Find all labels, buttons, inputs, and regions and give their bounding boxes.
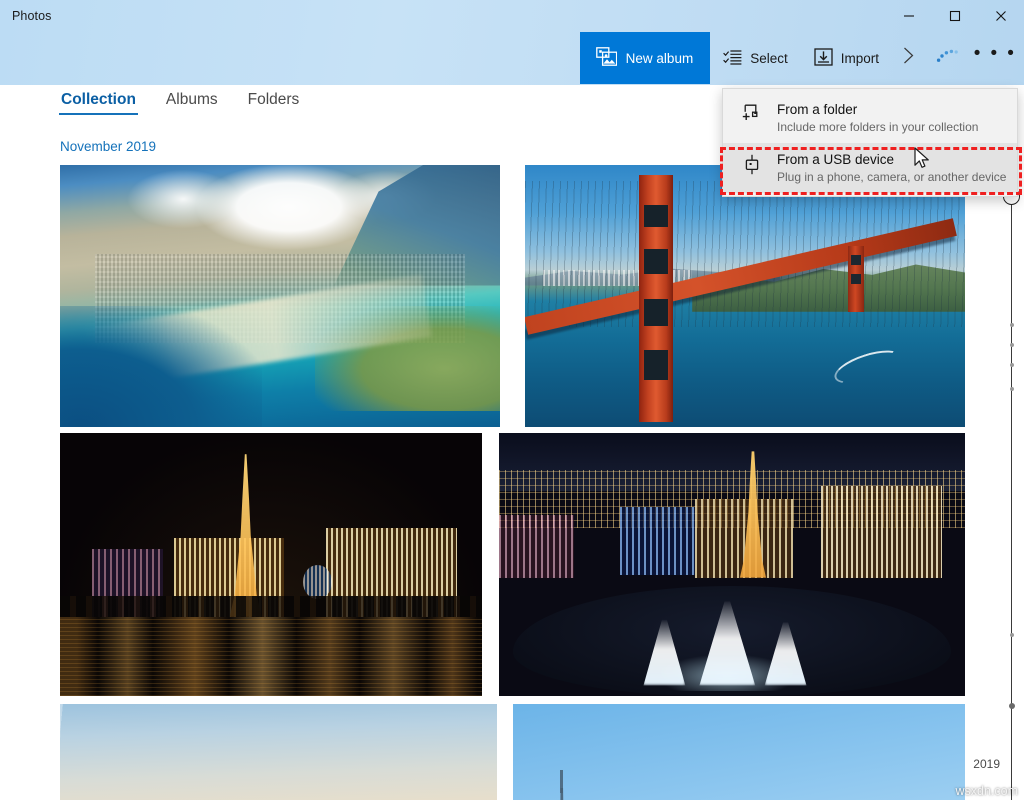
import-label: Import bbox=[840, 50, 879, 66]
menu-item-from-a-folder[interactable]: From a folder Include more folders in yo… bbox=[723, 93, 1017, 143]
photo-vegas-strip-night[interactable] bbox=[60, 433, 482, 696]
timeline-tick[interactable] bbox=[1009, 633, 1014, 637]
minimize-icon bbox=[903, 10, 915, 22]
menu-item-text-block: From a USB device Plug in a phone, camer… bbox=[777, 151, 1006, 185]
timeline-tick-current[interactable] bbox=[1008, 703, 1015, 709]
more-options-button[interactable]: • • • bbox=[972, 32, 1018, 84]
timeline-scrollbar[interactable]: 2019 bbox=[970, 125, 1024, 800]
close-icon bbox=[995, 10, 1007, 22]
maximize-icon bbox=[949, 10, 961, 22]
photos-app-window: Photos New album Select Import • • • Col… bbox=[0, 0, 1024, 800]
month-heading: November 2019 bbox=[60, 139, 157, 154]
photo-layer-lake-reflection bbox=[60, 617, 482, 696]
tab-albums[interactable]: Albums bbox=[164, 91, 220, 115]
photo-layer-hotel-blue bbox=[620, 506, 695, 575]
nav-tabs: Collection Albums Folders bbox=[59, 91, 301, 115]
sync-status-spinner bbox=[924, 32, 972, 84]
photo-layer-hotel-pink bbox=[499, 514, 574, 578]
minimize-button[interactable] bbox=[886, 0, 932, 32]
select-button[interactable]: Select bbox=[710, 32, 801, 84]
timeline-tick[interactable] bbox=[1009, 323, 1014, 327]
close-button[interactable] bbox=[978, 0, 1024, 32]
new-album-label: New album bbox=[625, 50, 694, 66]
photo-layer-tower bbox=[553, 787, 571, 800]
photo-paris-rooftops[interactable] bbox=[60, 704, 497, 800]
menu-item-subtitle: Plug in a phone, camera, or another devi… bbox=[777, 170, 1007, 184]
photo-layer-far-tower bbox=[848, 246, 865, 312]
tab-folders[interactable]: Folders bbox=[246, 91, 302, 115]
photo-honolulu[interactable] bbox=[60, 165, 500, 427]
photo-layer-near-tower bbox=[639, 175, 673, 422]
timeline-year-label: 2019 bbox=[973, 757, 1000, 771]
timeline-tick[interactable] bbox=[1009, 387, 1014, 391]
tab-collection-label: Collection bbox=[61, 91, 136, 108]
photo-bellagio-fountains[interactable] bbox=[499, 433, 965, 696]
import-button[interactable]: Import bbox=[801, 32, 892, 84]
more-ellipsis-icon: • • • bbox=[973, 42, 1017, 64]
toolbar-overflow-chevron[interactable] bbox=[892, 32, 924, 84]
menu-item-text-block: From a folder Include more folders in yo… bbox=[777, 101, 978, 135]
photo-golden-gate[interactable] bbox=[525, 165, 965, 427]
chevron-right-icon bbox=[903, 47, 914, 69]
menu-item-subtitle: Include more folders in your collection bbox=[777, 120, 979, 134]
loading-spinner-icon bbox=[935, 46, 961, 71]
timeline-track[interactable] bbox=[1011, 125, 1012, 800]
photo-layer-cloud-streaks bbox=[60, 704, 497, 800]
timeline-tick[interactable] bbox=[1009, 343, 1014, 347]
title-bar: Photos New album Select Import • • • bbox=[0, 0, 1024, 85]
tab-albums-label: Albums bbox=[165, 91, 218, 108]
tab-collection[interactable]: Collection bbox=[59, 91, 138, 115]
photo-layer-hotel-planet bbox=[820, 485, 942, 578]
new-album-button[interactable]: New album bbox=[579, 32, 711, 84]
window-controls bbox=[886, 0, 1024, 32]
new-album-icon bbox=[595, 47, 617, 69]
photo-layer-balloon bbox=[302, 564, 333, 599]
folder-add-icon bbox=[741, 101, 763, 123]
collection-content: November 2019 bbox=[0, 125, 1024, 800]
command-bar: New album Select Import • • • bbox=[579, 32, 1018, 84]
usb-device-icon bbox=[741, 151, 763, 175]
photo-eiffel-tower[interactable] bbox=[513, 704, 965, 800]
select-label: Select bbox=[750, 50, 788, 66]
menu-item-from-a-usb-device[interactable]: From a USB device Plug in a phone, camer… bbox=[723, 143, 1017, 193]
tab-folders-label: Folders bbox=[247, 91, 300, 108]
timeline-tick[interactable] bbox=[1009, 363, 1014, 367]
import-dropdown-menu: From a folder Include more folders in yo… bbox=[722, 88, 1018, 197]
menu-item-title: From a folder bbox=[777, 102, 858, 117]
maximize-button[interactable] bbox=[932, 0, 978, 32]
select-list-icon bbox=[723, 49, 742, 68]
menu-item-title: From a USB device bbox=[777, 152, 895, 167]
watermark: wsxdn.com bbox=[955, 784, 1018, 798]
photo-layer-boat-wake bbox=[830, 343, 906, 391]
app-title: Photos bbox=[12, 9, 52, 23]
photo-layer-ocean bbox=[60, 306, 263, 427]
import-tray-icon bbox=[814, 47, 833, 69]
